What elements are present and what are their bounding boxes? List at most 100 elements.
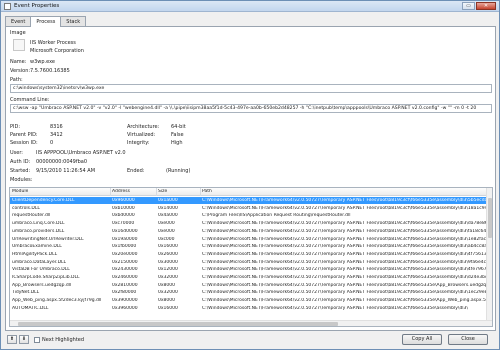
table-row[interactable]: App_Browsers.uedgzqp.dll 0x2810000 0x8000 C… [10,282,492,289]
pid-label: PID: [10,124,21,130]
col-divider[interactable] [200,188,201,196]
window-title: Event Properties [14,3,60,9]
tab-event[interactable]: Event [5,16,32,26]
started-label: Started: [10,168,31,174]
module-cell: VistaDB For Umbraco.DLL [12,267,70,273]
table-row[interactable]: HtmlAgilityPack.DLL 0x20e0000 0x26000 C:\Wi… [10,251,492,258]
col-divider[interactable] [110,188,111,196]
module-cell: requestRouter.dll [12,213,51,219]
window-controls: ▭ ✕ [461,2,496,11]
path-cell: C:\Windows\Microsoft.NET\Framework64\v2.… [202,228,491,234]
size-cell: 0x32000 [158,275,178,280]
modules-header: Module Address Size Path [10,188,492,196]
size-cell: 0xc000 [158,236,175,242]
cmdline-field[interactable]: c:\wsw -ap "Umbraco ASP.NET v2.0" -v "v2… [10,104,492,113]
parent-pid-label: Parent PID: [10,132,38,138]
col-path[interactable]: Path [202,189,212,194]
module-cell: App_Web_ping.aspx.5f2dec3.kyjf79g.dll [12,298,102,304]
address-cell: 0x1fb0000 [112,244,137,250]
close-button[interactable]: Close [448,334,488,345]
module-cell: UmbracoExamine.DLL [12,244,62,250]
address-cell: 0x20e0000 [112,251,138,257]
table-row[interactable]: TidyNet.DLL 0x2f80000 0x32000 C:\Windows\Mi… [10,289,492,296]
table-row[interactable]: App_Web_ping.aspx.5f2dec3.kyjf79g.dll 0x3… [10,297,492,304]
horizontal-scrollbar[interactable] [10,320,492,326]
size-cell: 0x12000 [158,267,178,273]
copy-all-button[interactable]: Copy All [402,334,442,345]
module-cell: umbraco.DataLayer.DLL [12,259,67,265]
cmdline-label: Command Line: [10,97,50,103]
next-button[interactable]: ⬇ [19,335,29,344]
vertical-scrollbar[interactable] [486,188,492,326]
title-bar[interactable]: Event Properties ▭ ✕ [1,1,499,12]
previous-button[interactable]: ⬆ [7,335,17,344]
col-divider[interactable] [156,188,157,196]
size-cell: 0x8000 [158,282,175,288]
tab-stack[interactable]: Stack [60,16,87,26]
col-address[interactable]: Address [112,189,130,194]
table-row[interactable]: requestRouter.dll 0xbd0000 0x4a000 C:\Progr… [10,212,492,219]
module-cell: umbraco.providers.DLL [12,228,65,234]
virtualized-label: Virtualized: [127,132,156,138]
session-label: Session ID: [10,140,38,146]
table-row[interactable]: ICSharpCode.SharpZipLib.DLL 0x2460000 0x32… [10,274,492,281]
name-label: Name: [10,59,27,65]
auth-value: 00000000:0049fba0 [36,159,88,165]
module-cell: App_Browsers.uedgzqp.dll [12,282,72,288]
vertical-scroll-thumb[interactable] [488,198,492,238]
next-highlighted-checkbox[interactable] [34,337,40,343]
table-row[interactable]: umbraco.Linq.Core.DLL 0xc70000 0xe000 C:\Wi… [10,220,492,227]
bottom-bar: ⬆ ⬇ Next Highlighted Copy All Close [1,332,499,349]
address-cell: 0x2460000 [112,275,138,280]
size-cell: 0x30000 [158,259,178,265]
address-cell: 0x960000 [112,198,135,203]
session-value: 0 [50,140,54,146]
address-cell: 0xbd0000 [112,213,135,219]
app-icon [4,3,11,10]
table-row[interactable]: UmbracoExamine.DLL 0x1fb0000 0x16000 C:\Win… [10,243,492,250]
ended-label: Ended: [127,168,145,174]
maximize-button[interactable]: ▭ [462,2,475,10]
size-cell: 0xe000 [158,221,175,227]
horizontal-scroll-thumb[interactable] [18,322,338,326]
size-cell: 0x32000 [158,290,178,296]
address-cell: 0x3900000 [112,298,138,304]
modules-grid[interactable]: Module Address Size Path ClientDependenc… [9,187,493,327]
table-row[interactable]: UrlRewritingNet.UrlRewriter.DLL 0x19a0000… [10,236,492,243]
module-cell: AUTOMATIC.DLL [12,305,49,311]
table-row[interactable]: AUTOMATIC.DLL 0x3960000 0x16000 C:\Windows\… [10,305,492,312]
module-cell: controls.DLL [12,205,40,211]
col-module[interactable]: Module [12,189,28,194]
parent-pid-value: 3412 [50,132,63,138]
image-section-label: Image [10,30,26,36]
module-cell: TidyNet.DLL [12,290,40,296]
integrity-label: Integrity: [127,140,150,146]
address-cell: 0x2810000 [112,282,138,288]
path-cell: C:\Windows\Microsoft.NET\Framework64\v2.… [202,290,491,296]
module-cell: ICSharpCode.SharpZipLib.DLL [12,275,80,280]
architecture-label: Architecture: [127,124,160,130]
address-cell: 0x16d0000 [112,228,138,234]
path-cell: C:\Windows\Microsoft.NET\Framework64\v2.… [202,267,487,273]
col-size[interactable]: Size [158,189,167,194]
close-window-button[interactable]: ✕ [476,2,496,10]
address-cell: 0x2430000 [112,267,138,273]
size-cell: 0x4a000 [158,213,178,219]
version-value: 7.5.7600.16385 [30,68,70,74]
tab-process[interactable]: Process [30,16,62,27]
size-cell: 0x1a000 [158,198,178,203]
auth-label: Auth ID: [10,159,31,165]
path-cell: C:\Windows\Microsoft.NET\Framework64\v2.… [202,244,490,250]
table-row[interactable]: controls.DLL 0xb10000 0x14000 C:\Windows\Mi… [10,205,492,212]
size-cell: 0x16000 [158,244,178,250]
module-cell: ClientDependency.Core.DLL [12,198,75,203]
path-field[interactable]: c:\windows\system32\inetsrv\w3wp.exe [10,84,492,93]
table-row[interactable]: umbraco.DataLayer.DLL 0x2150000 0x30000 C:\… [10,259,492,266]
path-cell: C:\Windows\Microsoft.NET\Framework64\v2.… [202,275,490,280]
table-row[interactable]: ClientDependency.Core.DLL 0x960000 0x1a000… [10,197,492,204]
path-cell: C:\Windows\Microsoft.NET\Framework64\v2.… [202,251,489,257]
size-cell: 0xe000 [158,228,175,234]
tab-strip: Event Process Stack [5,16,87,27]
table-row[interactable]: VistaDB For Umbraco.DLL 0x2430000 0x12000 C… [10,266,492,273]
table-row[interactable]: umbraco.providers.DLL 0x16d0000 0xe000 C:\W… [10,228,492,235]
